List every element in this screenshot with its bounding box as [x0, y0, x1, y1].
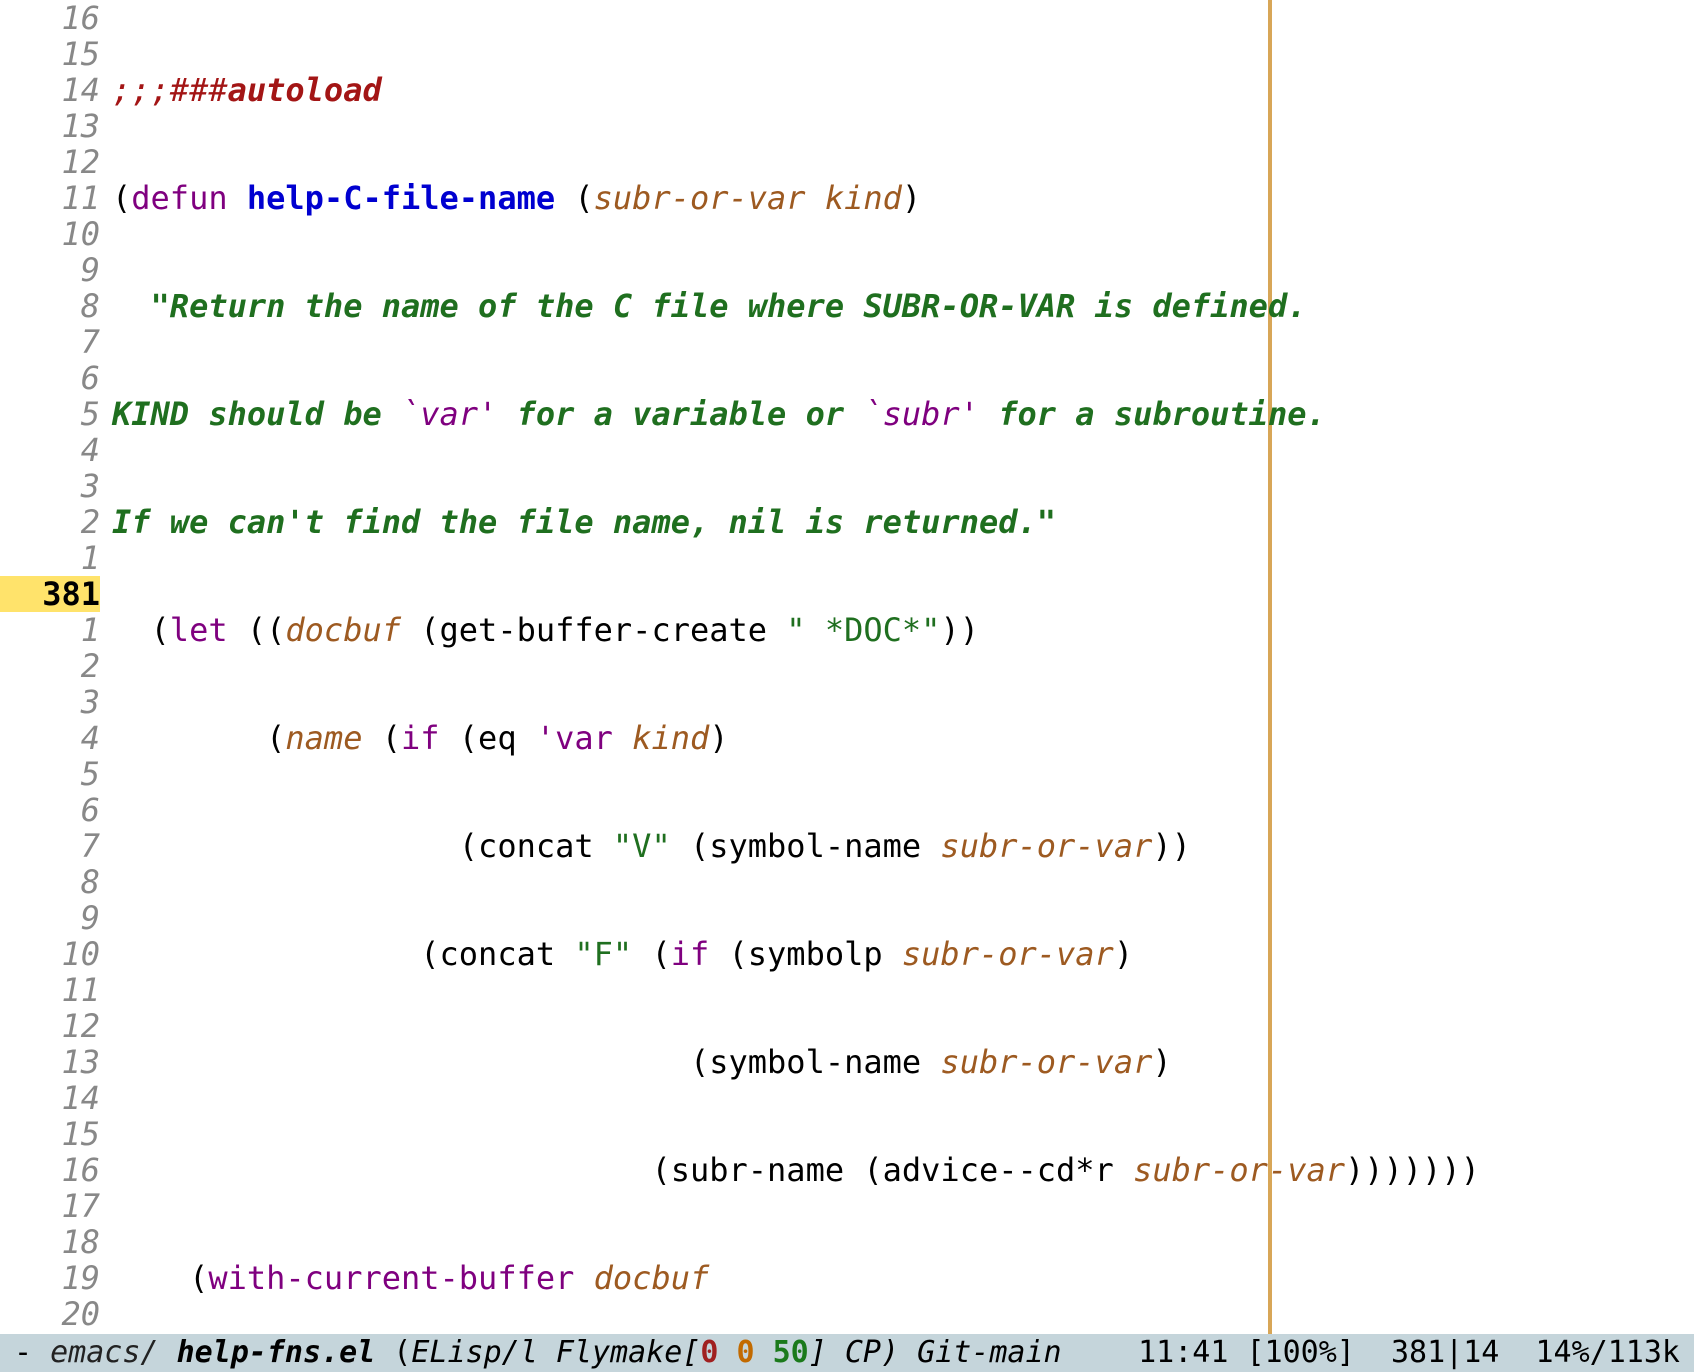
- line-number: 2: [0, 648, 100, 684]
- code-line: If we can't find the file name, nil is r…: [112, 504, 1518, 540]
- line-number: 10: [0, 216, 100, 252]
- line-number: 10: [0, 936, 100, 972]
- line-number: 4: [0, 432, 100, 468]
- line-number: 6: [0, 360, 100, 396]
- modeline-percent: 14%/113k: [1536, 1335, 1681, 1370]
- code-line: (subr-name (advice--cd*r subr-or-var))))…: [112, 1152, 1518, 1188]
- line-number: 4: [0, 720, 100, 756]
- line-number: 3: [0, 684, 100, 720]
- line-number: 8: [0, 864, 100, 900]
- code-line: (name (if (eq 'var kind): [112, 720, 1518, 756]
- line-number-current: 381: [0, 576, 100, 612]
- line-number: 13: [0, 108, 100, 144]
- code-buffer[interactable]: ;;;###autoload (defun help-C-file-name (…: [112, 0, 1518, 1334]
- line-number: 11: [0, 180, 100, 216]
- line-number: 15: [0, 36, 100, 72]
- line-number: 18: [0, 1224, 100, 1260]
- line-number: 14: [0, 1080, 100, 1116]
- line-number: 17: [0, 1188, 100, 1224]
- line-number: 5: [0, 396, 100, 432]
- code-line: (goto-char (point-min)): [112, 1368, 1518, 1372]
- line-number: 8: [0, 288, 100, 324]
- line-number: 13: [0, 1044, 100, 1080]
- line-number: 16: [0, 1152, 100, 1188]
- line-number: 16: [0, 0, 100, 36]
- line-number: 3: [0, 468, 100, 504]
- line-number: 1: [0, 540, 100, 576]
- code-line: (concat "V" (symbol-name subr-or-var)): [112, 828, 1518, 864]
- code-line: (defun help-C-file-name (subr-or-var kin…: [112, 180, 1518, 216]
- line-number: 7: [0, 828, 100, 864]
- code-line: (with-current-buffer docbuf: [112, 1260, 1518, 1296]
- code-line: ;;;###autoload: [112, 72, 1518, 108]
- editor-area[interactable]: 1615141312111098765432138112345678910111…: [0, 0, 1694, 1334]
- line-number: 5: [0, 756, 100, 792]
- code-line: KIND should be `var' for a variable or `…: [112, 396, 1518, 432]
- line-number: 15: [0, 1116, 100, 1152]
- line-number: 14: [0, 72, 100, 108]
- line-number: 12: [0, 1008, 100, 1044]
- code-line: "Return the name of the C file where SUB…: [112, 288, 1518, 324]
- line-number-gutter: 1615141312111098765432138112345678910111…: [0, 0, 112, 1334]
- code-line: (let ((docbuf (get-buffer-create " *DOC*…: [112, 612, 1518, 648]
- line-number: 9: [0, 252, 100, 288]
- code-line: (symbol-name subr-or-var): [112, 1044, 1518, 1080]
- line-number: 1: [0, 612, 100, 648]
- line-number: 7: [0, 324, 100, 360]
- line-number: 11: [0, 972, 100, 1008]
- line-number: 12: [0, 144, 100, 180]
- code-line: (concat "F" (if (symbolp subr-or-var): [112, 936, 1518, 972]
- line-number: 9: [0, 900, 100, 936]
- line-number: 19: [0, 1260, 100, 1296]
- line-number: 6: [0, 792, 100, 828]
- modeline-modified-indicator: -: [14, 1335, 50, 1371]
- line-number: 2: [0, 504, 100, 540]
- line-number: 20: [0, 1296, 100, 1332]
